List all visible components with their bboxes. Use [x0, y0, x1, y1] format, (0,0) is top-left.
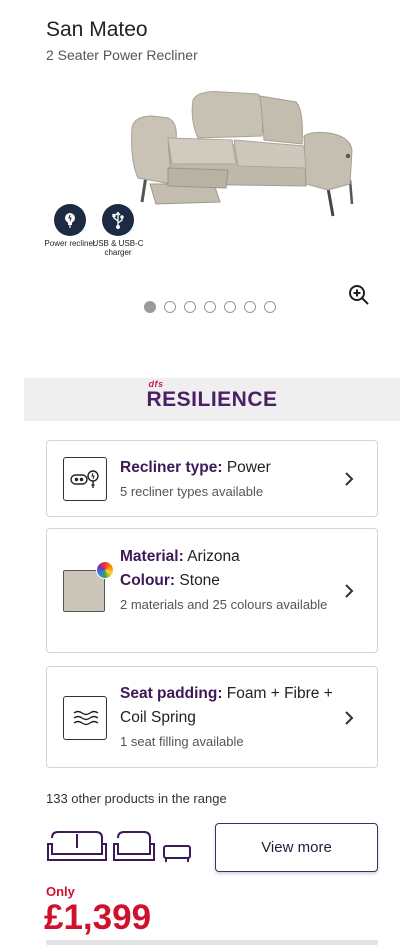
view-more-button[interactable]: View more — [215, 823, 378, 872]
feature-label: USB & USB-C charger — [92, 239, 144, 257]
product-title: San Mateo — [46, 18, 148, 41]
product-subtitle: 2 Seater Power Recliner — [46, 47, 198, 63]
range-count-text: 133 other products in the range — [46, 791, 227, 806]
carousel-dot-5[interactable] — [224, 301, 236, 313]
recliner-type-line: Recliner type: Power — [120, 456, 337, 480]
colour-wheel-icon — [96, 561, 114, 579]
material-availability: 2 materials and 25 colours available — [120, 597, 328, 612]
material-line: Material: Arizona — [120, 545, 337, 569]
carousel-dots — [144, 301, 276, 313]
colour-label: Colour: — [120, 572, 176, 589]
seat-padding-availability: 1 seat filling available — [120, 734, 244, 749]
seat-padding-option[interactable]: Seat padding: Foam + Fibre + Coil Spring… — [46, 666, 378, 768]
material-colour-option[interactable]: Material: Arizona Colour: Stone 2 materi… — [46, 528, 378, 653]
seat-padding-line: Seat padding: Foam + Fibre + Coil Spring — [120, 682, 337, 730]
carousel-dot-4[interactable] — [204, 301, 216, 313]
colour-line: Colour: Stone — [120, 569, 337, 593]
range-products-icon — [47, 831, 191, 862]
recliner-type-option[interactable]: Recliner type: Power 5 recliner types av… — [46, 440, 378, 517]
collection-banner: dfs RESILIENCE — [24, 378, 400, 421]
recliner-type-label: Recliner type: — [120, 459, 223, 476]
seat-padding-label: Seat padding: — [120, 685, 223, 702]
fabric-swatch-icon — [63, 561, 114, 612]
chevron-right-icon — [345, 472, 354, 486]
power-plug-icon — [54, 204, 86, 236]
carousel-dot-1[interactable] — [144, 301, 156, 313]
carousel-dot-3[interactable] — [184, 301, 196, 313]
product-image[interactable] — [128, 80, 368, 230]
brand-name: RESILIENCE — [146, 387, 278, 411]
feature-usb-charger: USB & USB-C charger — [88, 204, 148, 257]
carousel-dot-7[interactable] — [264, 301, 276, 313]
padding-icon — [63, 696, 107, 740]
carousel-dot-6[interactable] — [244, 301, 256, 313]
price-prefix: Only — [46, 884, 75, 899]
chevron-right-icon — [345, 584, 354, 598]
price: £1,399 — [44, 898, 152, 937]
sticky-bar-edge — [46, 940, 378, 945]
resilience-logo: dfs RESILIENCE — [146, 379, 278, 412]
colour-value: Stone — [179, 572, 220, 589]
material-label: Material: — [120, 548, 184, 565]
recliner-type-value: Power — [226, 459, 271, 476]
usb-icon — [102, 204, 134, 236]
recliner-type-availability: 5 recliner types available — [120, 484, 264, 499]
carousel-dot-2[interactable] — [164, 301, 176, 313]
dfs-logo: dfs — [148, 378, 164, 389]
zoom-in-icon[interactable] — [348, 284, 370, 306]
material-value: Arizona — [187, 548, 240, 565]
recliner-power-icon — [63, 457, 107, 501]
chevron-right-icon — [345, 711, 354, 725]
